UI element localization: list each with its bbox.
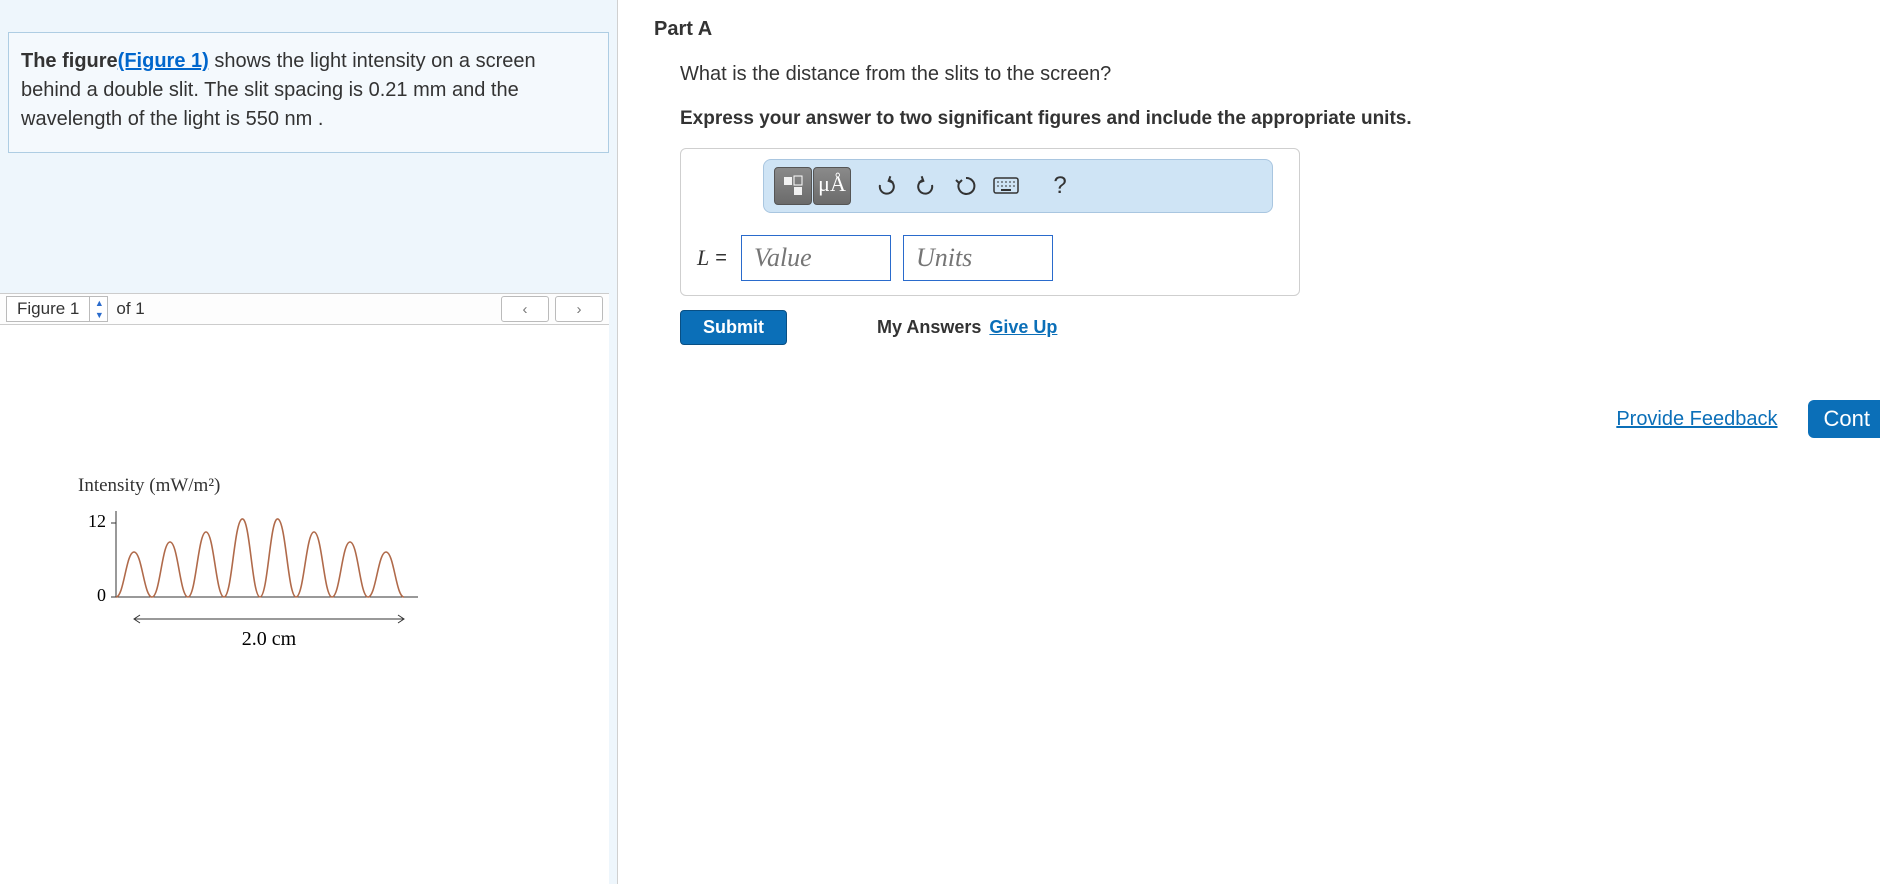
figure-stepper[interactable]: ▲ ▼ [89, 297, 107, 321]
template-fraction-button[interactable] [774, 167, 812, 205]
answer-box: μÅ [680, 148, 1300, 296]
part-a-instruction: Express your answer to two significant f… [680, 108, 1880, 130]
figure-area: Intensity (mW/m²) 12 0 2.0 cm [0, 325, 609, 885]
submit-button[interactable]: Submit [680, 310, 787, 345]
figure-dropdown[interactable]: Figure 1 ▲ ▼ [6, 296, 108, 322]
right-panel: Part A What is the distance from the sli… [618, 0, 1880, 884]
chart-svg: 12 0 2.0 cm [78, 497, 438, 657]
units-mu-angstrom-icon: μÅ [818, 171, 846, 201]
figure-current: Figure 1 [7, 299, 89, 319]
chevron-left-icon: ‹ [523, 301, 528, 318]
answer-variable: L [697, 245, 709, 271]
ytick-0: 0 [97, 585, 106, 605]
action-row: Submit My Answers Give Up [680, 310, 1880, 345]
figure-link[interactable]: (Figure 1) [118, 50, 209, 72]
undo-icon [875, 175, 897, 197]
x-span-label: 2.0 cm [242, 628, 297, 650]
help-button[interactable]: ? [1041, 167, 1079, 205]
help-icon: ? [1053, 172, 1066, 200]
intensity-curve [116, 519, 404, 597]
units-picker-button[interactable]: μÅ [813, 167, 851, 205]
redo-button[interactable] [907, 167, 945, 205]
figure-prev-button[interactable]: ‹ [501, 296, 549, 322]
chevron-right-icon: › [577, 301, 582, 318]
figure-next-button[interactable]: › [555, 296, 603, 322]
stepper-up-icon[interactable]: ▲ [90, 297, 108, 309]
my-answers-label: My Answers [877, 317, 981, 338]
chart-title: Intensity (mW/m²) [78, 475, 478, 497]
equation-toolbar: μÅ [763, 159, 1273, 213]
continue-button[interactable]: Cont [1808, 400, 1880, 438]
part-a-header: Part A [654, 18, 1880, 41]
reset-icon [955, 175, 977, 197]
answer-equals: = [715, 247, 727, 270]
problem-text-pre: The figure [21, 50, 118, 72]
undo-button[interactable] [867, 167, 905, 205]
give-up-link[interactable]: Give Up [989, 317, 1057, 338]
figure-of-label: of 1 [116, 299, 144, 319]
answer-value-input[interactable] [741, 235, 891, 281]
figure-selector-bar: Figure 1 ▲ ▼ of 1 ‹ › [0, 293, 609, 325]
footer-row: Provide Feedback Cont [1616, 400, 1880, 438]
answer-units-input[interactable] [903, 235, 1053, 281]
left-panel: The figure(Figure 1) shows the light int… [0, 0, 618, 884]
answer-input-row: L = [697, 235, 1287, 281]
stepper-down-icon[interactable]: ▼ [90, 309, 108, 321]
problem-statement: The figure(Figure 1) shows the light int… [8, 32, 609, 153]
keyboard-button[interactable] [987, 167, 1025, 205]
provide-feedback-link[interactable]: Provide Feedback [1616, 408, 1777, 431]
keyboard-icon [993, 177, 1019, 195]
fraction-icon [781, 174, 805, 198]
ytick-12: 12 [88, 511, 106, 531]
intensity-chart: Intensity (mW/m²) 12 0 2.0 cm [78, 475, 478, 655]
reset-button[interactable] [947, 167, 985, 205]
redo-icon [915, 175, 937, 197]
part-a-question: What is the distance from the slits to t… [680, 63, 1880, 86]
